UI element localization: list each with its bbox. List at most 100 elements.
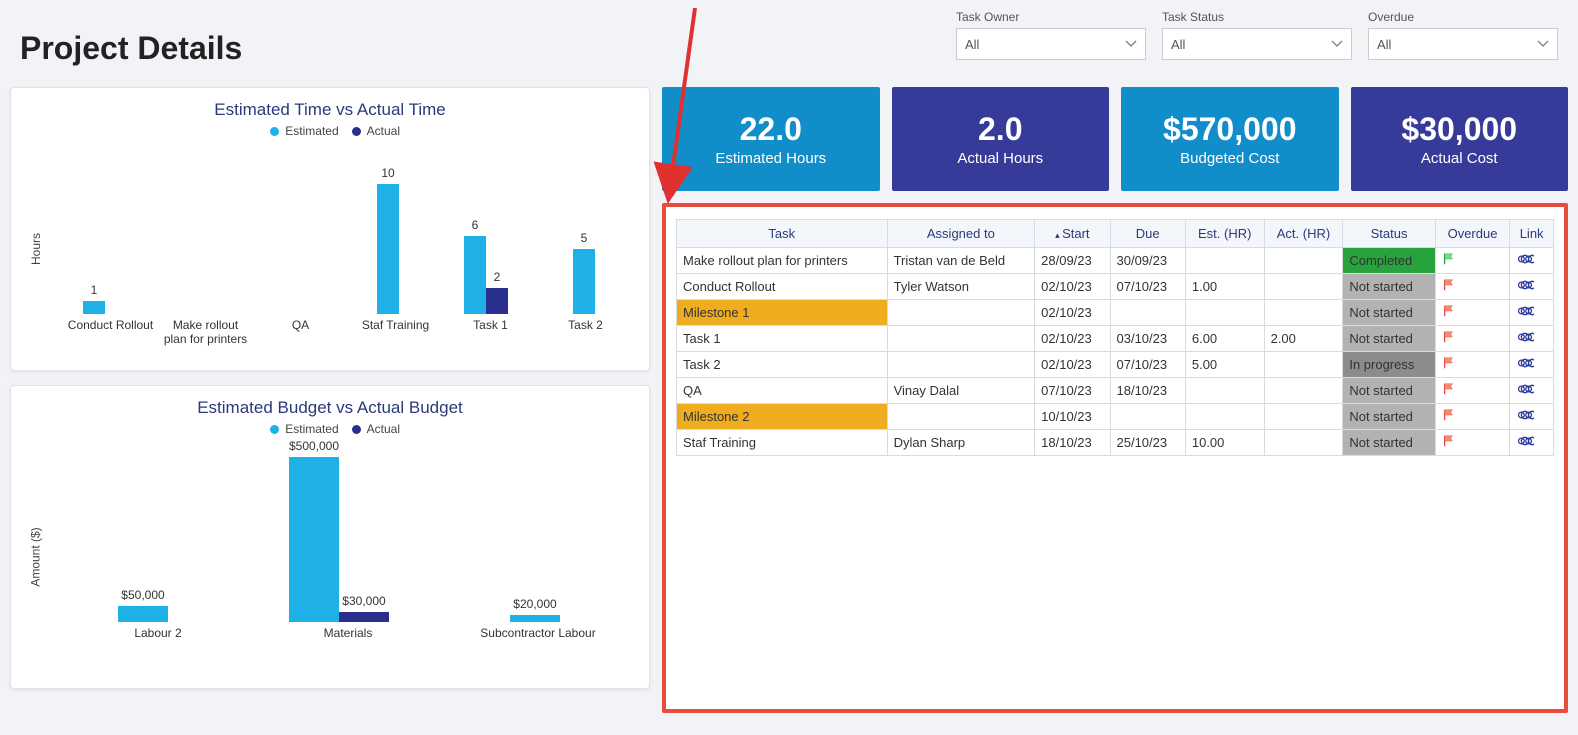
overdue-select[interactable]: All: [1368, 28, 1558, 60]
col-link[interactable]: Link: [1510, 220, 1554, 248]
kpi-actual-cost-label: Actual Cost: [1421, 150, 1498, 167]
legend-estimated-label: Estimated: [285, 124, 338, 138]
cell-overdue: [1435, 352, 1509, 378]
chart-x-category: Staf Training: [351, 314, 441, 346]
flag-icon: [1442, 330, 1456, 344]
link-icon[interactable]: [1516, 435, 1532, 447]
cell-link[interactable]: [1510, 300, 1554, 326]
cell-link[interactable]: [1510, 430, 1554, 456]
cell-overdue: [1435, 300, 1509, 326]
flag-icon: [1442, 434, 1456, 448]
task-owner-select[interactable]: All: [956, 28, 1146, 60]
cell-link[interactable]: [1510, 326, 1554, 352]
chart-time-legend: Estimated Actual: [27, 124, 633, 138]
chart-bar-group: $50,000: [63, 452, 223, 622]
chart-bar-label: 1: [91, 283, 98, 297]
link-icon[interactable]: [1516, 383, 1532, 395]
cell-overdue: [1435, 326, 1509, 352]
cell-est-hr: [1185, 378, 1264, 404]
chevron-down-icon: [1125, 38, 1137, 50]
filter-task-owner: Task Owner All: [956, 10, 1146, 60]
chevron-down-icon: [1537, 38, 1549, 50]
cell-act-hr: [1264, 300, 1343, 326]
chart-bar-group: 62: [441, 174, 531, 314]
kpi-act-hours-label: Actual Hours: [957, 150, 1043, 167]
chart-x-category: Labour 2: [78, 622, 238, 640]
chart-budget-title: Estimated Budget vs Actual Budget: [27, 398, 633, 418]
cell-status: Not started: [1343, 378, 1435, 404]
col-status[interactable]: Status: [1343, 220, 1435, 248]
chart-bar-estimated: 5: [573, 249, 595, 314]
chart-bar-actual: $30,000: [339, 612, 389, 622]
link-icon[interactable]: [1516, 305, 1532, 317]
cell-status: In progress: [1343, 352, 1435, 378]
filter-overdue: Overdue All: [1368, 10, 1558, 60]
chart-x-category: Materials: [268, 622, 428, 640]
link-icon[interactable]: [1516, 409, 1532, 421]
chevron-down-icon: [1331, 38, 1343, 50]
cell-link[interactable]: [1510, 248, 1554, 274]
task-table-panel: Task Assigned to Start Due Est. (HR) Act…: [662, 203, 1568, 713]
cell-task: Task 1: [677, 326, 888, 352]
col-overdue[interactable]: Overdue: [1435, 220, 1509, 248]
cell-task: QA: [677, 378, 888, 404]
cell-overdue: [1435, 404, 1509, 430]
col-start[interactable]: Start: [1035, 220, 1110, 248]
cell-assigned: Dylan Sharp: [887, 430, 1035, 456]
link-icon[interactable]: [1516, 331, 1532, 343]
filter-row: Task Owner All Task Status All Overdue A…: [956, 10, 1558, 60]
cell-start: 02/10/23: [1035, 352, 1110, 378]
table-row[interactable]: QAVinay Dalal07/10/2318/10/23Not started: [677, 378, 1554, 404]
link-icon[interactable]: [1516, 253, 1532, 265]
chart-x-category: Task 1: [446, 314, 536, 346]
cell-est-hr: 1.00: [1185, 274, 1264, 300]
chart-x-category: Task 2: [541, 314, 631, 346]
chart-budget-ylabel: Amount ($): [29, 527, 43, 586]
overdue-value: All: [1377, 37, 1391, 52]
col-est[interactable]: Est. (HR): [1185, 220, 1264, 248]
cell-overdue: [1435, 430, 1509, 456]
cell-link[interactable]: [1510, 404, 1554, 430]
cell-act-hr: [1264, 378, 1343, 404]
chart-bar-estimated: $20,000: [510, 615, 560, 622]
legend-swatch-actual: [352, 127, 361, 136]
table-row[interactable]: Conduct RolloutTyler Watson02/10/2307/10…: [677, 274, 1554, 300]
table-row[interactable]: Make rollout plan for printersTristan va…: [677, 248, 1554, 274]
col-assigned[interactable]: Assigned to: [887, 220, 1035, 248]
cell-overdue: [1435, 378, 1509, 404]
chart-budget-xaxis: Labour 2MaterialsSubcontractor Labour: [63, 622, 633, 640]
chart-budget-ylabel-wrap: Amount ($): [27, 442, 45, 672]
filter-task-status: Task Status All: [1162, 10, 1352, 60]
cell-link[interactable]: [1510, 274, 1554, 300]
filter-status-label: Task Status: [1162, 10, 1352, 24]
chart-bar-label: $500,000: [289, 439, 339, 453]
link-icon[interactable]: [1516, 279, 1532, 291]
table-row[interactable]: Milestone 102/10/23Not started: [677, 300, 1554, 326]
cell-start: 02/10/23: [1035, 326, 1110, 352]
table-row[interactable]: Task 202/10/2307/10/235.00In progress: [677, 352, 1554, 378]
task-table-header-row: Task Assigned to Start Due Est. (HR) Act…: [677, 220, 1554, 248]
link-icon[interactable]: [1516, 357, 1532, 369]
col-act[interactable]: Act. (HR): [1264, 220, 1343, 248]
col-due[interactable]: Due: [1110, 220, 1185, 248]
table-row[interactable]: Task 102/10/2303/10/236.002.00Not starte…: [677, 326, 1554, 352]
kpi-budgeted-cost: $570,000 Budgeted Cost: [1121, 87, 1339, 191]
cell-start: 02/10/23: [1035, 274, 1110, 300]
cell-assigned: [887, 300, 1035, 326]
cell-link[interactable]: [1510, 352, 1554, 378]
table-row[interactable]: Milestone 210/10/23Not started: [677, 404, 1554, 430]
task-status-select[interactable]: All: [1162, 28, 1352, 60]
task-table[interactable]: Task Assigned to Start Due Est. (HR) Act…: [676, 219, 1554, 456]
cell-est-hr: 6.00: [1185, 326, 1264, 352]
cell-link[interactable]: [1510, 378, 1554, 404]
cell-est-hr: 5.00: [1185, 352, 1264, 378]
cell-assigned: [887, 404, 1035, 430]
flag-icon: [1442, 356, 1456, 370]
chart-bar-estimated: 1: [83, 301, 105, 314]
cell-task: Milestone 1: [677, 300, 888, 326]
chart-bar-group: 5: [539, 174, 629, 314]
table-row[interactable]: Staf TrainingDylan Sharp18/10/2325/10/23…: [677, 430, 1554, 456]
flag-icon: [1442, 382, 1456, 396]
col-task[interactable]: Task: [677, 220, 888, 248]
cell-assigned: [887, 352, 1035, 378]
